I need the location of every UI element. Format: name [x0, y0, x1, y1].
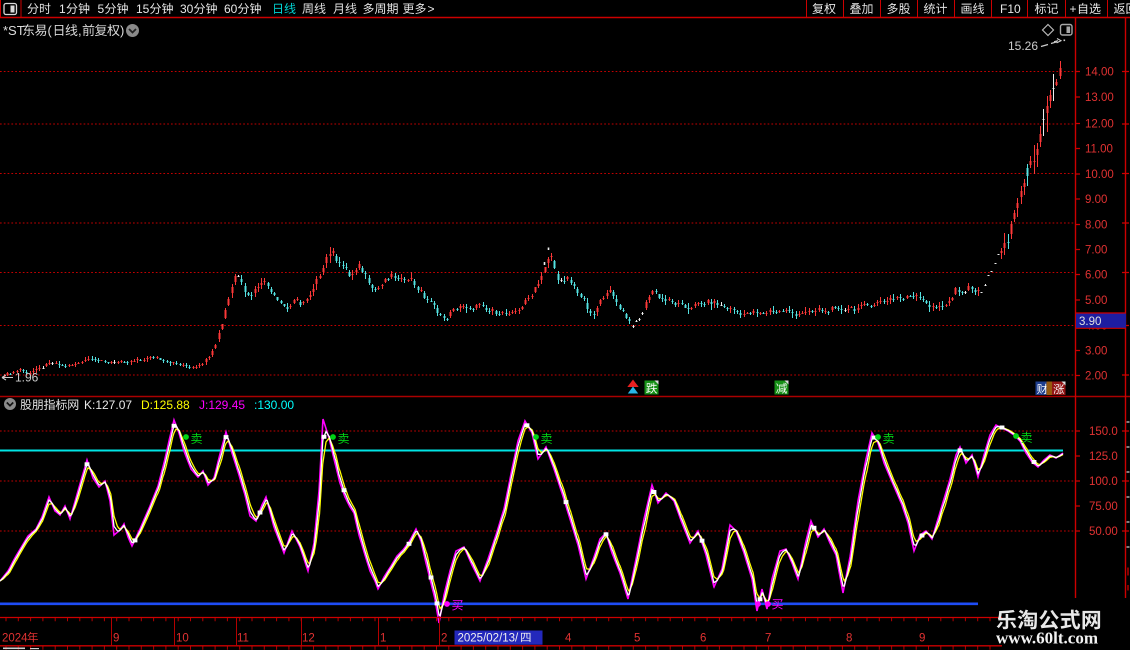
svg-text:1: 1: [59, 2, 66, 16]
svg-text:15: 15: [136, 2, 150, 16]
svg-text:1: 1: [380, 633, 386, 645]
svg-text:D:125.88: D:125.88: [141, 398, 190, 412]
svg-text:75.00: 75.00: [1089, 501, 1118, 513]
svg-text:9: 9: [113, 633, 119, 645]
svg-text:2025/02/13/: 2025/02/13/: [458, 633, 520, 645]
svg-text:8.00: 8.00: [1085, 220, 1107, 232]
svg-text:11.00: 11.00: [1085, 144, 1113, 156]
svg-text:www.60lt.com: www.60lt.com: [996, 629, 1098, 648]
svg-text:K:127.07: K:127.07: [84, 398, 132, 412]
svg-text:4: 4: [565, 633, 572, 645]
svg-text:,: ,: [78, 23, 82, 38]
svg-text:10: 10: [176, 633, 189, 645]
svg-text:7: 7: [765, 633, 771, 645]
svg-text:8: 8: [846, 633, 852, 645]
svg-text:2.00: 2.00: [1085, 371, 1107, 383]
svg-text:5: 5: [634, 633, 640, 645]
svg-text:2: 2: [441, 633, 447, 645]
svg-text:5.00: 5.00: [1085, 295, 1107, 307]
svg-text:9: 9: [919, 633, 925, 645]
svg-text:F10: F10: [1000, 2, 1021, 16]
svg-text:(: (: [48, 23, 53, 38]
svg-text:>: >: [428, 2, 435, 16]
svg-text:3.90: 3.90: [1079, 316, 1101, 328]
svg-text:14.00: 14.00: [1085, 67, 1114, 79]
svg-text:12: 12: [302, 633, 315, 645]
svg-text:50.00: 50.00: [1089, 526, 1118, 538]
svg-text:15.26: 15.26: [1008, 39, 1038, 53]
svg-text:*ST: *ST: [3, 23, 25, 38]
svg-text:6: 6: [700, 633, 706, 645]
svg-text:125.0: 125.0: [1089, 451, 1118, 463]
svg-text:100.0: 100.0: [1089, 476, 1118, 488]
svg-text:+: +: [1070, 2, 1077, 16]
svg-text:13.00: 13.00: [1085, 92, 1114, 104]
svg-text:6.00: 6.00: [1085, 270, 1107, 282]
svg-text:7.00: 7.00: [1085, 245, 1107, 257]
svg-text:9.00: 9.00: [1085, 194, 1107, 206]
svg-text:150.0: 150.0: [1089, 426, 1118, 438]
svg-text:10.00: 10.00: [1085, 169, 1114, 181]
svg-text:11: 11: [237, 633, 249, 645]
svg-text:1.96: 1.96: [15, 371, 39, 385]
svg-text:12.00: 12.00: [1085, 119, 1114, 131]
svg-text:2024: 2024: [2, 633, 28, 645]
svg-text:3.00: 3.00: [1085, 346, 1107, 358]
svg-text:J:129.45: J:129.45: [199, 398, 245, 412]
svg-text:): ): [120, 23, 124, 38]
svg-text:5: 5: [98, 2, 105, 16]
svg-text:30: 30: [180, 2, 194, 16]
svg-text::130.00: :130.00: [254, 398, 294, 412]
svg-text:60: 60: [224, 2, 238, 16]
